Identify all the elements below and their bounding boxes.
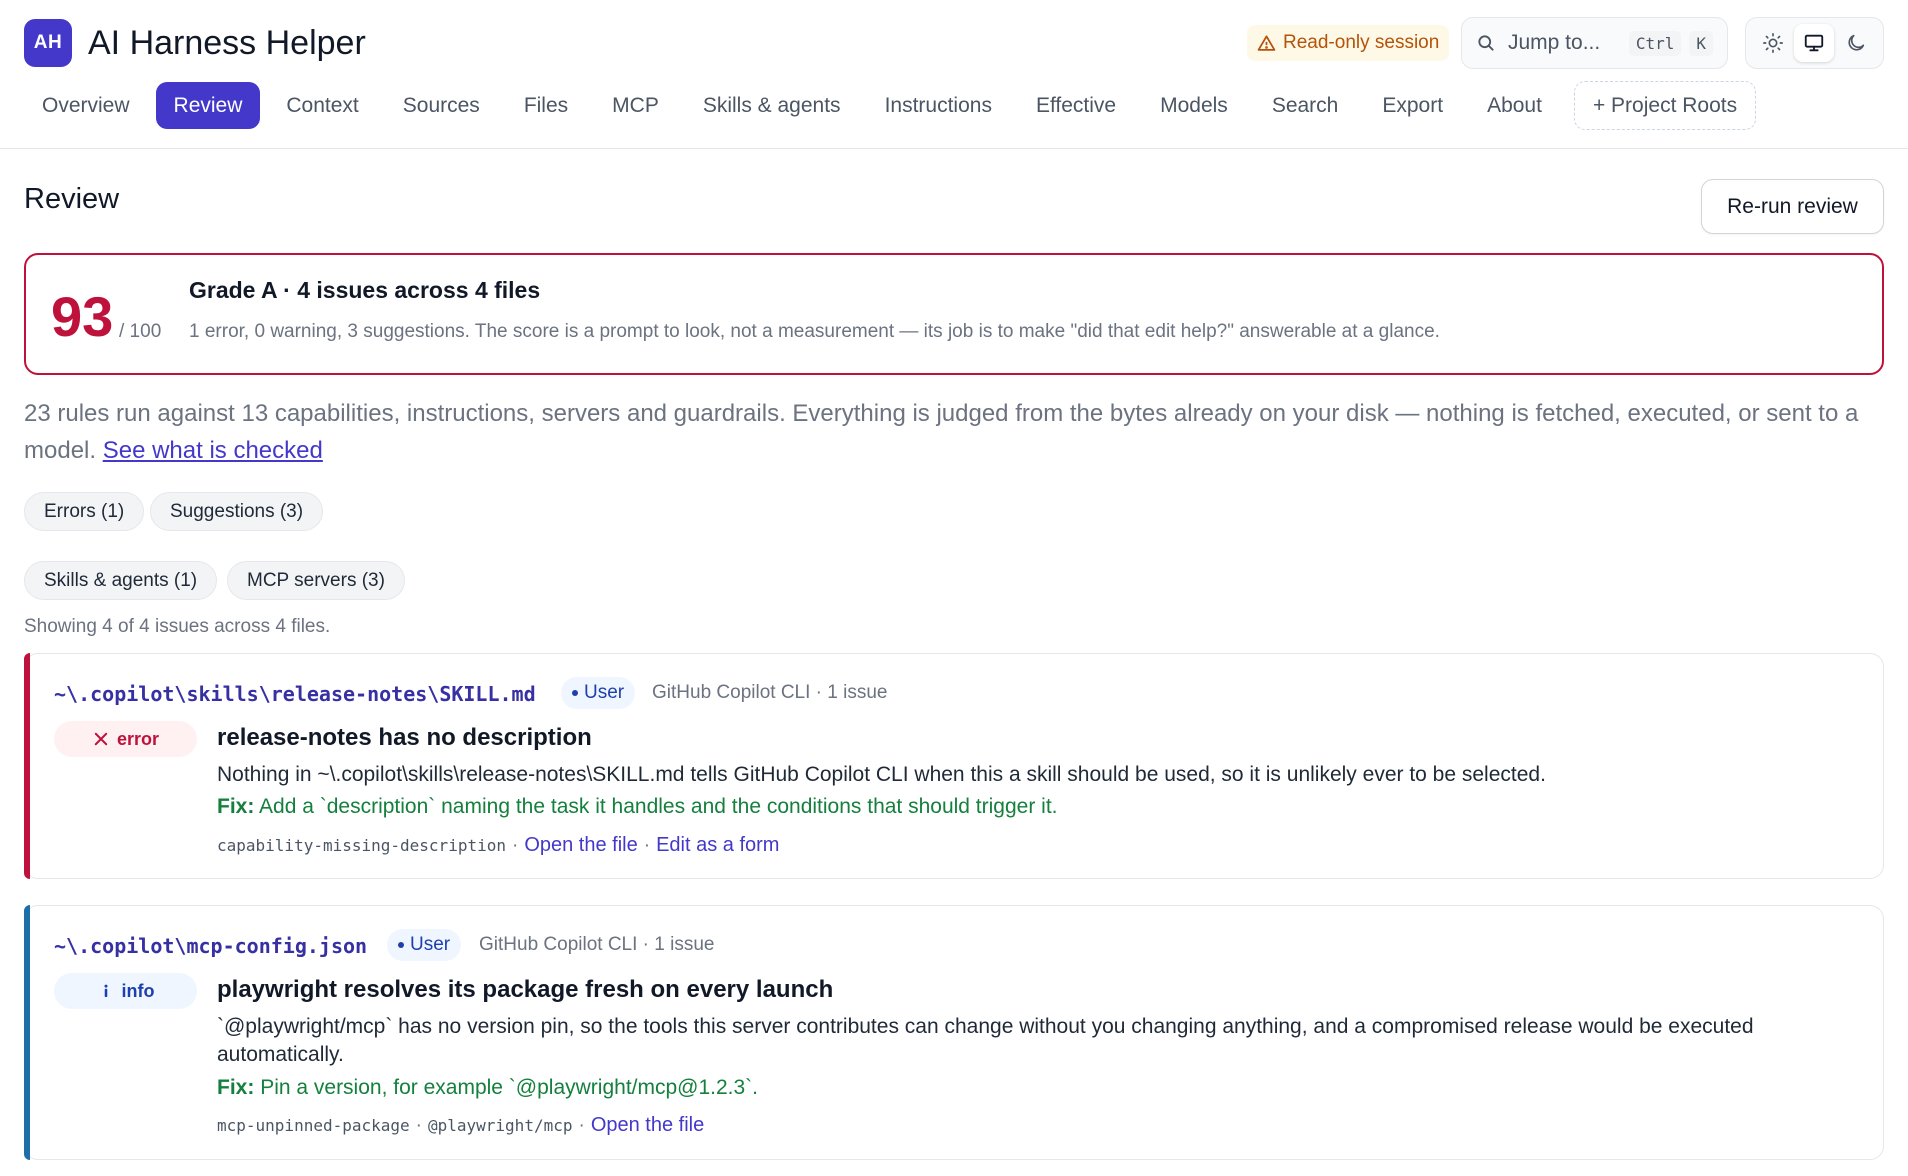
fix-text: Pin a version, for example `@playwright/…: [260, 1076, 759, 1099]
tab-export[interactable]: Export: [1364, 82, 1461, 129]
tab-search[interactable]: Search: [1254, 82, 1357, 129]
jump-label: Jump to...: [1508, 31, 1601, 54]
score-summary: 1 error, 0 warning, 3 suggestions. The s…: [189, 321, 1440, 342]
scope-dot: [572, 690, 578, 696]
fix-label: Fix:: [217, 1076, 255, 1099]
main-nav: Overview Review Context Sources Files MC…: [24, 81, 1757, 130]
open-file-link[interactable]: Open the file: [524, 834, 637, 857]
issue-footer: mcp-unpinned-package · @playwright/mcp ·…: [217, 1114, 705, 1137]
tab-sources[interactable]: Sources: [385, 82, 498, 129]
scope-dot: [398, 942, 404, 948]
severity-label: info: [121, 980, 155, 1001]
severity-badge-info: info: [54, 973, 197, 1009]
open-file-link[interactable]: Open the file: [591, 1114, 704, 1137]
readonly-label: Read-only session: [1283, 32, 1440, 53]
close-icon: [94, 732, 108, 746]
filter-mcp-servers-chip[interactable]: MCP servers (3): [227, 561, 405, 600]
severity-bar: [24, 905, 30, 1160]
scope-label: User: [410, 934, 451, 955]
monitor-icon: [1805, 34, 1824, 52]
app-title: AI Harness Helper: [88, 24, 366, 62]
tab-models[interactable]: Models: [1142, 82, 1246, 129]
fix-text: Add a `description` naming the task it h…: [259, 795, 1058, 818]
jump-to-search[interactable]: Jump to... Ctrl K: [1461, 17, 1728, 69]
moon-icon: [1848, 34, 1865, 51]
scope-badge: User: [387, 929, 462, 961]
issue-card: ~\.copilot\mcp-config.json User GitHub C…: [24, 905, 1884, 1160]
issue-file-path[interactable]: ~\.copilot\skills\release-notes\SKILL.md: [54, 682, 536, 706]
tab-instructions[interactable]: Instructions: [867, 82, 1010, 129]
issue-fix: Fix: Pin a version, for example `@playwr…: [217, 1076, 758, 1100]
severity-badge-error: error: [54, 721, 197, 757]
info-icon: [104, 984, 107, 997]
showing-count: Showing 4 of 4 issues across 4 files.: [24, 616, 331, 637]
rule-id: capability-missing-description: [217, 836, 506, 855]
sun-icon: [1762, 33, 1783, 53]
tab-mcp[interactable]: MCP: [594, 82, 677, 129]
issue-meta: GitHub Copilot CLI · 1 issue: [479, 934, 715, 955]
issue-title: playwright resolves its package fresh on…: [217, 976, 834, 1003]
tab-effective[interactable]: Effective: [1018, 82, 1134, 129]
score-value: 93: [51, 285, 114, 348]
warning-icon: [1257, 35, 1276, 51]
tab-about[interactable]: About: [1469, 82, 1560, 129]
issue-title: release-notes has no description: [217, 724, 592, 751]
theme-switcher: [1745, 17, 1884, 69]
score-card: 93 / 100 Grade A · 4 issues across 4 fil…: [24, 253, 1884, 375]
issue-footer: capability-missing-description · Open th…: [217, 834, 780, 857]
tab-overview[interactable]: Overview: [24, 82, 148, 129]
theme-dark-button[interactable]: [1836, 24, 1876, 62]
page-title: Review: [24, 183, 120, 215]
theme-system-button[interactable]: [1794, 24, 1835, 62]
issue-description: `@playwright/mcp` has no version pin, so…: [217, 1015, 1754, 1066]
review-intro: 23 rules run against 13 capabilities, in…: [24, 395, 1884, 469]
issue-card: ~\.copilot\skills\release-notes\SKILL.md…: [24, 653, 1884, 879]
grade-line: Grade A · 4 issues across 4 files: [189, 277, 541, 303]
issue-meta: GitHub Copilot CLI · 1 issue: [652, 682, 888, 703]
severity-label: error: [116, 728, 160, 749]
scope-badge: User: [561, 677, 636, 709]
see-what-is-checked-link[interactable]: See what is checked: [103, 437, 323, 464]
search-icon: [1478, 35, 1494, 51]
filter-errors-chip[interactable]: Errors (1): [24, 492, 145, 531]
rule-target: @playwright/mcp: [427, 1116, 573, 1135]
fix-label: Fix:: [217, 795, 255, 818]
tab-skills-agents[interactable]: Skills & agents: [685, 82, 859, 129]
scope-label: User: [584, 682, 625, 703]
app-header: AH AI Harness Helper Read-only session J…: [0, 0, 1908, 149]
app-logo: AH: [24, 19, 72, 67]
issue-fix: Fix: Add a `description` naming the task…: [217, 795, 1058, 819]
issue-file-path[interactable]: ~\.copilot\mcp-config.json: [54, 934, 367, 958]
issue-description: Nothing in ~\.copilot\skills\release-not…: [217, 763, 1546, 786]
tab-context[interactable]: Context: [268, 82, 376, 129]
kbd-k: K: [1689, 30, 1713, 56]
rerun-review-button[interactable]: Re-run review: [1701, 179, 1884, 234]
score-max: / 100: [119, 321, 162, 342]
readonly-badge: Read-only session: [1247, 25, 1450, 61]
kbd-ctrl: Ctrl: [1628, 30, 1682, 56]
tab-files[interactable]: Files: [506, 82, 586, 129]
rule-id: mcp-unpinned-package: [217, 1116, 410, 1135]
filter-skills-agents-chip[interactable]: Skills & agents (1): [24, 561, 218, 600]
edit-as-form-link[interactable]: Edit as a form: [656, 834, 779, 857]
severity-bar: [24, 653, 30, 879]
filter-suggestions-chip[interactable]: Suggestions (3): [150, 492, 324, 531]
theme-light-button[interactable]: [1753, 24, 1793, 62]
tab-review[interactable]: Review: [155, 82, 261, 129]
project-roots-button[interactable]: + Project Roots: [1573, 81, 1757, 130]
